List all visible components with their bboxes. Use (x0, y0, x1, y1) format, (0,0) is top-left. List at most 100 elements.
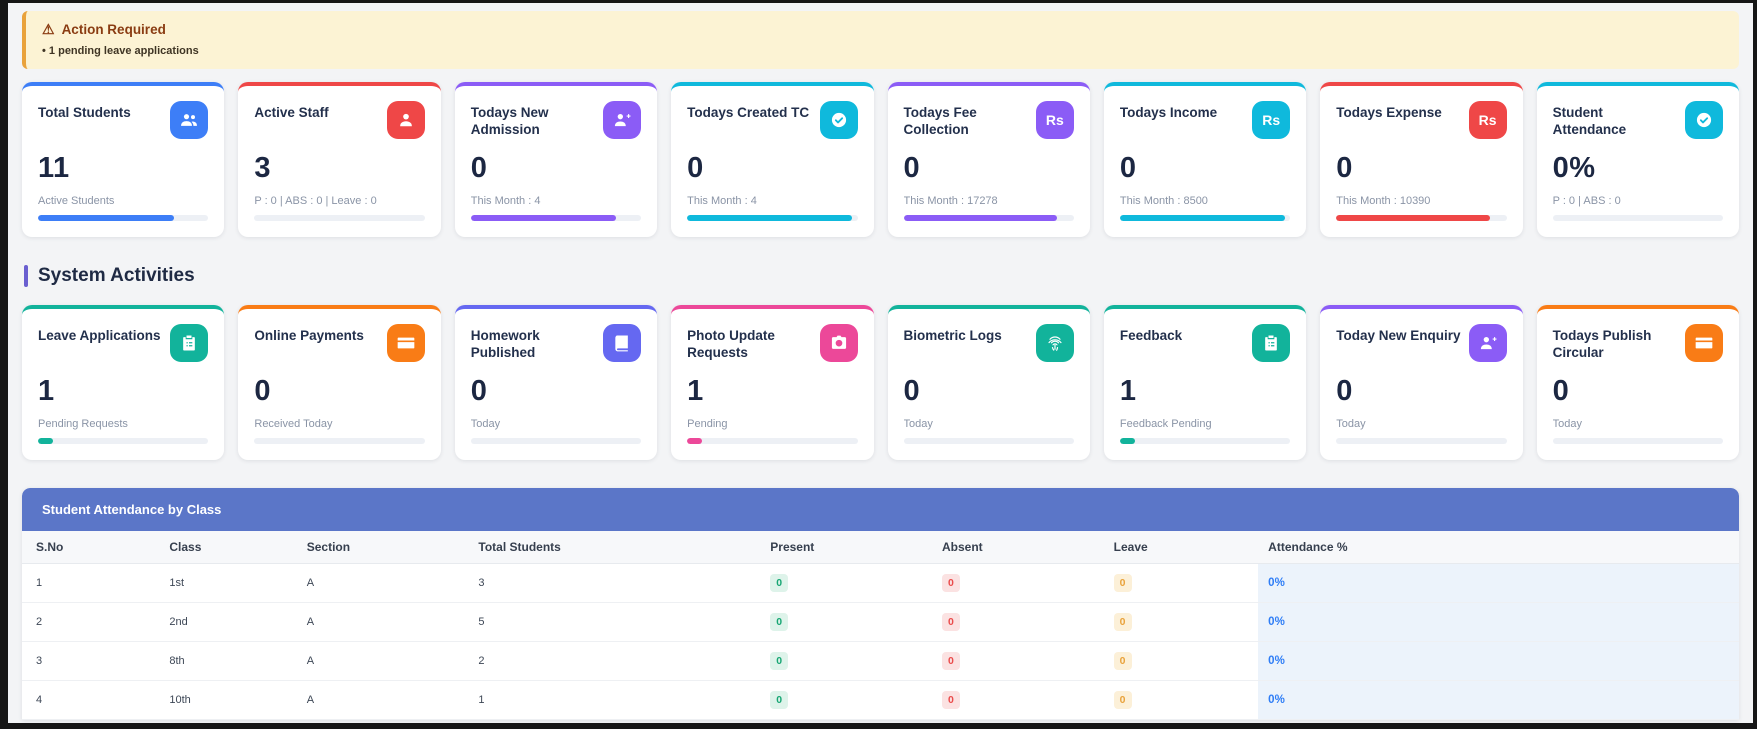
card-value: 0 (1552, 375, 1570, 407)
cell-att: 0% (1258, 602, 1739, 642)
activity-card-today-new-enquiry[interactable]: Today New Enquiry 0 Today (1320, 305, 1523, 460)
cell-sno: 2 (22, 602, 160, 642)
card-title: Today New Enquiry (1336, 328, 1461, 343)
camera-icon (819, 324, 858, 362)
activity-card-biometric-logs[interactable]: Biometric Logs 0 Today (887, 305, 1090, 460)
stat-card-total-students[interactable]: Total Students 11 Active Students (22, 82, 225, 237)
card-progress-bar (254, 438, 425, 444)
check-circle-icon (1685, 101, 1723, 139)
card-header: Todays Fee Collection Rs (904, 101, 1074, 139)
activity-card-todays-publish-circular[interactable]: Todays Publish Circular 0 Today (1536, 305, 1739, 460)
card-value: 0 (1119, 152, 1137, 184)
col-section: Section (296, 531, 469, 564)
activity-card-online-payments[interactable]: Online Payments 0 Received Today (238, 305, 441, 460)
cell-sec: A (296, 563, 469, 603)
stat-card-todays-income[interactable]: Todays Income Rs 0 This Month : 8500 (1103, 82, 1307, 237)
cell-att: 0% (1258, 680, 1739, 720)
table-row: 4 10th A 1 0 0 0 0% (22, 680, 1739, 720)
card-title: Todays Publish Circular (1552, 328, 1652, 360)
card-progress-bar (1119, 215, 1291, 221)
col-total: Total Students (468, 531, 761, 564)
card-header: Student Attendance (1553, 101, 1723, 139)
action-required-alert: ⚠ Action Required 1 pending leave applic… (22, 11, 1739, 69)
activity-card-leave-applications[interactable]: Leave Applications 1 Pending Requests (22, 305, 225, 460)
rupee-icon: Rs (1468, 101, 1507, 139)
section-header: System Activities (24, 265, 1739, 287)
col-leave: Leave (1103, 531, 1259, 564)
card-value: 0 (903, 375, 921, 407)
cell-tot: 5 (468, 602, 761, 642)
stat-card-todays-fee-collection[interactable]: Todays Fee Collection Rs 0 This Month : 172… (887, 82, 1090, 237)
col-absent: Absent (931, 531, 1104, 564)
activities-card-grid: Leave Applications 1 Pending Requests Onlin… (22, 305, 1739, 460)
card-progress-bar (1336, 215, 1507, 221)
card-value: 1 (1119, 375, 1137, 407)
status-badge: 0 (1113, 652, 1132, 670)
card-progress-bar (38, 215, 209, 221)
col-attendance: Attendance % (1258, 531, 1739, 564)
card-subtitle: P : 0 | ABS : 0 (1552, 195, 1621, 207)
card-value: 1 (38, 375, 55, 407)
card-title: Photo Update Requests (687, 328, 775, 360)
status-badge: 0 (770, 652, 789, 670)
cell-att: 0% (1258, 563, 1739, 603)
card-title: Homework Published (470, 328, 540, 360)
activity-card-photo-update-requests[interactable]: Photo Update Requests 1 Pending (671, 305, 874, 460)
stat-card-todays-created-tc[interactable]: Todays Created TC 0 This Month : 4 (671, 82, 874, 237)
card-title: Todays Income (1119, 105, 1218, 120)
cell-abs: 0 (931, 563, 1104, 603)
cell-pre: 0 (760, 641, 932, 681)
cell-class: 8th (159, 641, 297, 681)
card-progress-bar (903, 215, 1074, 221)
card-value: 0 (1336, 375, 1353, 407)
card-title: Feedback (1119, 328, 1183, 343)
activity-card-feedback[interactable]: Feedback 1 Feedback Pending (1103, 305, 1307, 460)
card-value: 0 (470, 375, 488, 407)
card-subtitle: Pending (687, 418, 728, 430)
card-header: Total Students (38, 101, 209, 139)
stat-card-active-staff[interactable]: Active Staff 3 P : 0 | ABS : 0 | Leave : 0 (238, 82, 441, 237)
card-subtitle: This Month : 8500 (1119, 195, 1208, 207)
card-subtitle: This Month : 4 (470, 195, 541, 207)
card-subtitle: Pending Requests (38, 418, 128, 430)
table-row: 2 2nd A 5 0 0 0 0% (22, 602, 1739, 642)
stat-card-todays-new-admission[interactable]: Todays New Admission 0 This Month : 4 (454, 82, 658, 237)
status-badge: 0 (1113, 574, 1132, 592)
card-title: Todays Expense (1336, 105, 1442, 120)
card-header: Active Staff (254, 101, 425, 139)
cell-class: 2nd (159, 602, 297, 642)
card-progress-bar (470, 215, 642, 221)
card-progress-bar (1552, 215, 1723, 221)
cell-lea: 0 (1103, 602, 1259, 642)
table-title: Student Attendance by Class (22, 488, 1739, 531)
card-subtitle: This Month : 17278 (903, 195, 998, 207)
card-title: Todays New Admission (470, 105, 549, 137)
stat-card-student-attendance[interactable]: Student Attendance 0% P : 0 | ABS : 0 (1536, 82, 1739, 237)
activity-card-homework-published[interactable]: Homework Published 0 Today (454, 305, 658, 460)
card-subtitle: Today (903, 418, 933, 430)
cell-sec: A (296, 602, 469, 642)
status-badge: 0 (770, 691, 789, 709)
stat-card-todays-expense[interactable]: Todays Expense Rs 0 This Month : 10390 (1320, 82, 1523, 237)
alert-item: 1 pending leave applications (42, 45, 1723, 57)
cell-tot: 3 (468, 563, 761, 603)
card-subtitle: P : 0 | ABS : 0 | Leave : 0 (254, 195, 377, 207)
card-progress-bar (1552, 438, 1723, 444)
card-title: Total Students (38, 105, 131, 120)
card-title: Biometric Logs (903, 328, 1002, 343)
card-header: Today New Enquiry (1336, 324, 1507, 362)
alert-title: Action Required (61, 22, 166, 37)
card-title: Online Payments (254, 328, 364, 343)
card-value: 11 (38, 152, 70, 184)
status-badge: 0 (941, 652, 960, 670)
cell-abs: 0 (931, 602, 1104, 642)
card-progress-bar (687, 215, 858, 221)
card-value: 0 (470, 152, 488, 184)
attendance-table: S.No Class Section Total Students Presen… (22, 531, 1739, 720)
card-progress-bar (1336, 438, 1507, 444)
user-plus-icon (1468, 324, 1507, 362)
card-header: Todays Publish Circular (1553, 324, 1723, 362)
alert-title-row: ⚠ Action Required (42, 21, 1723, 38)
section-title: System Activities (38, 265, 195, 286)
card-header: Photo Update Requests (687, 324, 858, 362)
